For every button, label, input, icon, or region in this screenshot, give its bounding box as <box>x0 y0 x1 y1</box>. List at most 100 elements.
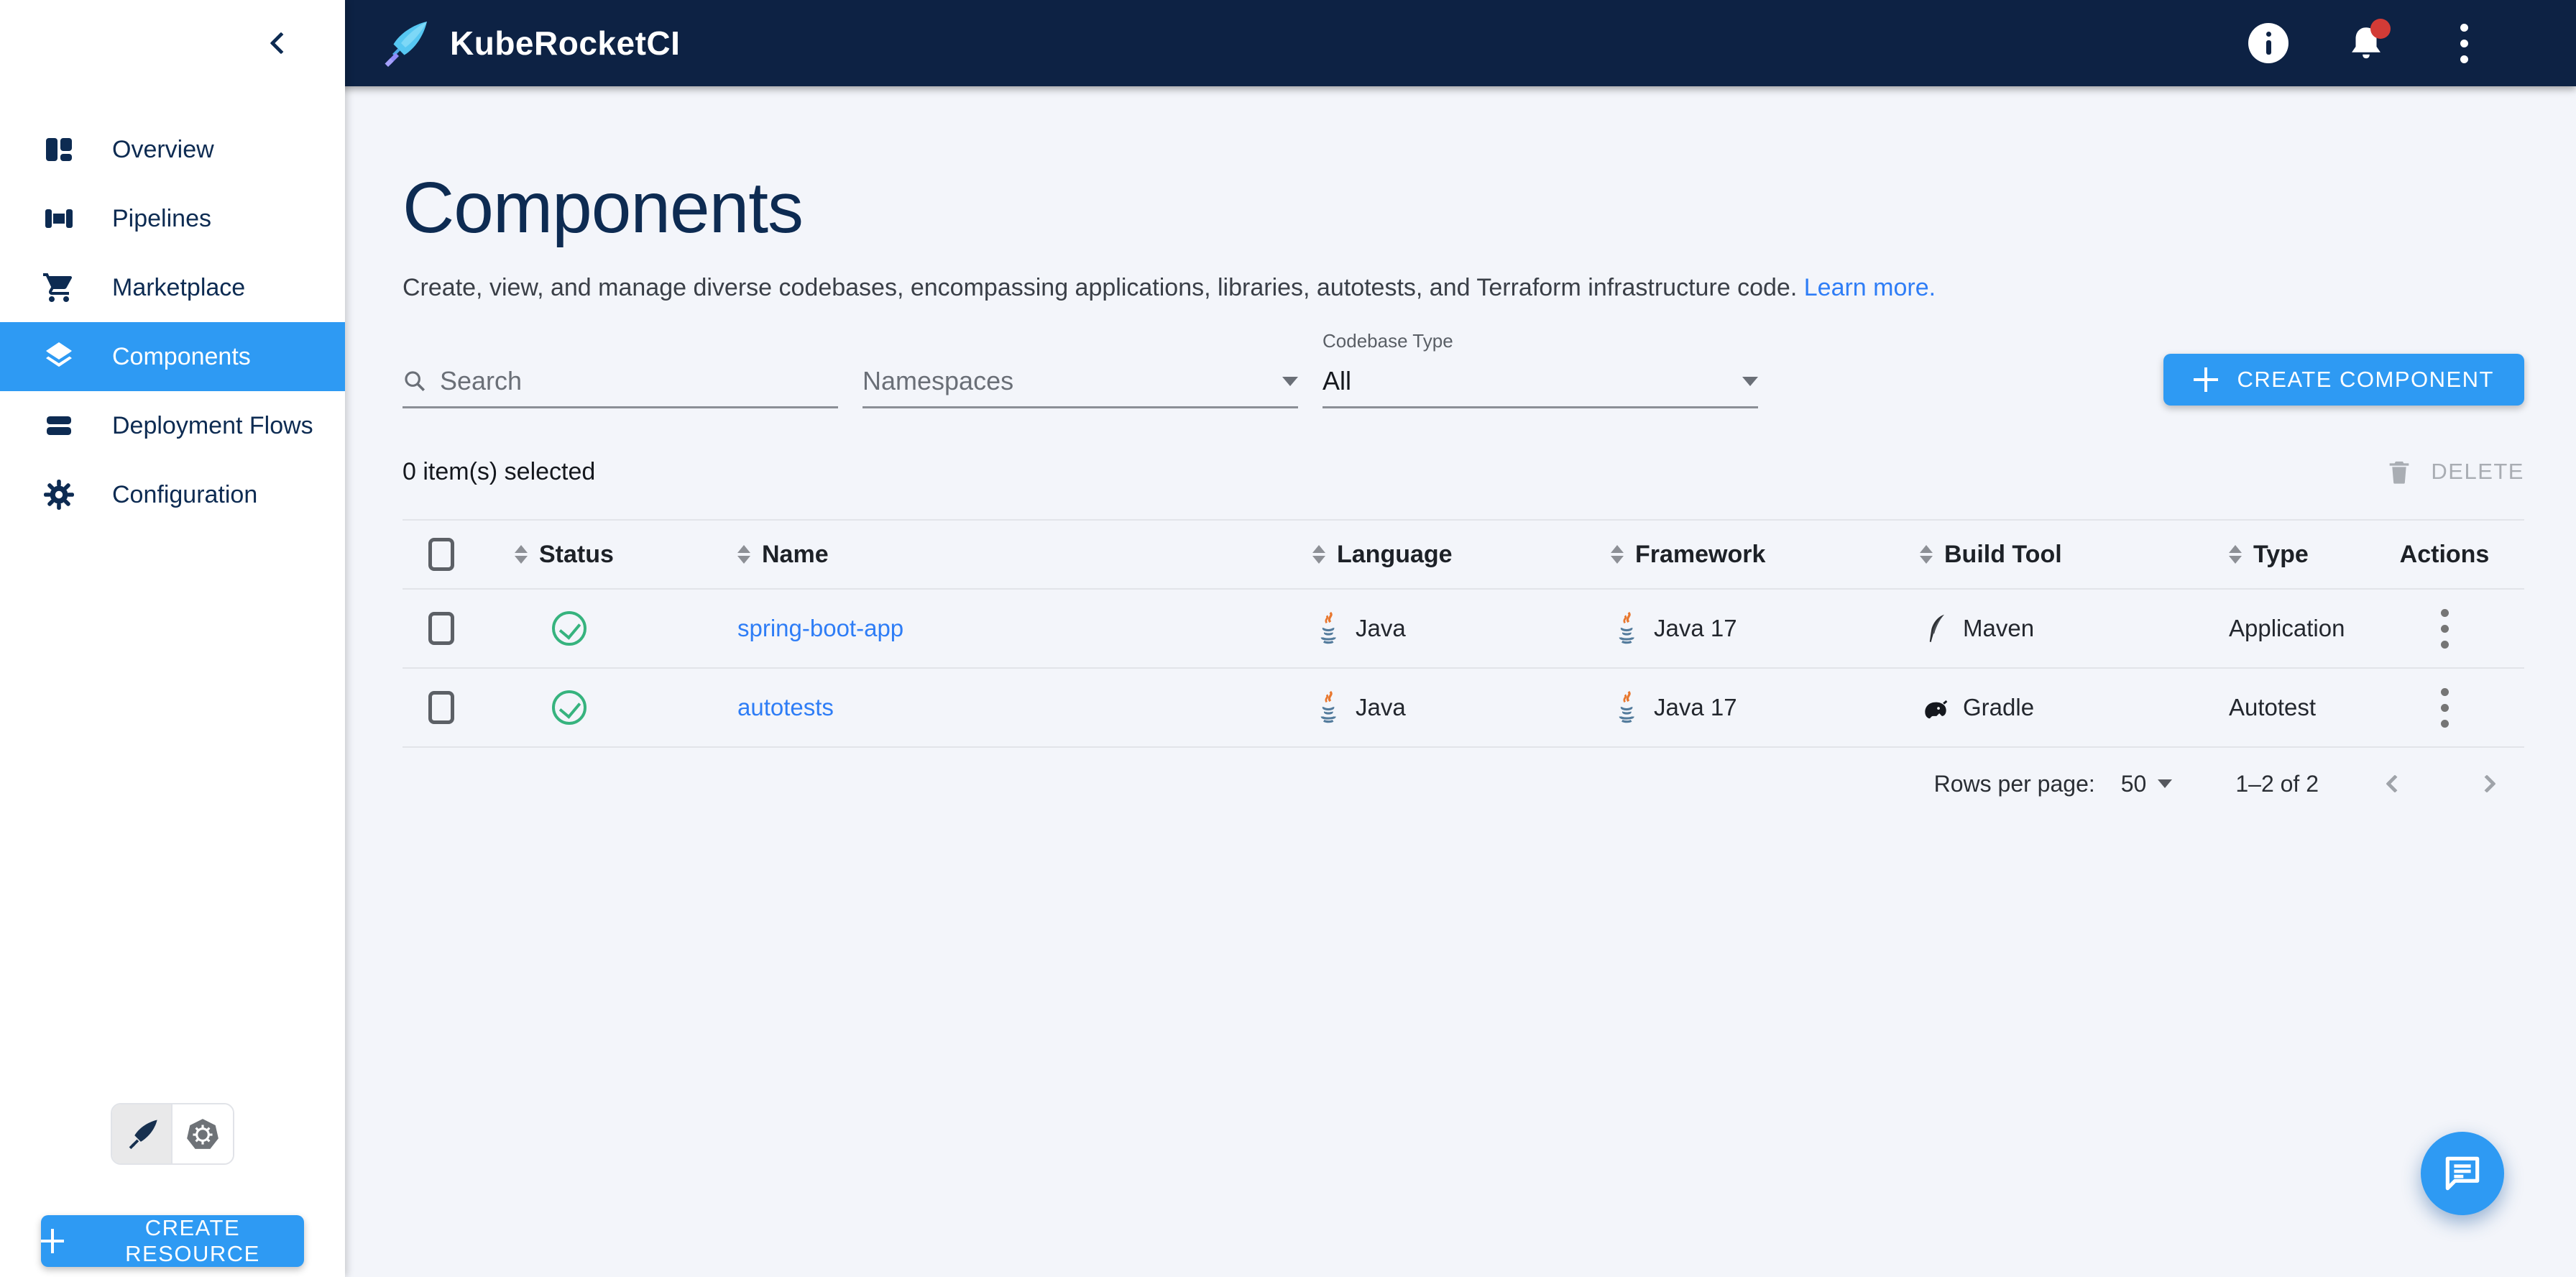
codebase-type-select[interactable]: Codebase Type All <box>1322 330 1758 408</box>
search-icon <box>405 371 426 392</box>
notifications-button[interactable] <box>2340 17 2392 69</box>
marketplace-cart-icon <box>40 269 78 306</box>
chat-fab-button[interactable] <box>2421 1132 2504 1215</box>
create-resource-label: CREATE RESOURCE <box>125 1215 260 1266</box>
brand: KubeRocketCI <box>380 17 680 69</box>
create-resource-button[interactable]: CREATE RESOURCE <box>41 1215 304 1267</box>
chevron-down-icon <box>2158 779 2173 788</box>
sidebar-item-components[interactable]: Components <box>0 322 345 391</box>
table-row: autotests Java Java 17 Gradle Autotest <box>402 669 2524 748</box>
more-menu-button[interactable] <box>2438 17 2490 69</box>
sidebar-item-pipelines[interactable]: Pipelines <box>0 184 345 253</box>
header-status[interactable]: Status <box>489 541 712 569</box>
main-content: Components Create, view, and manage dive… <box>345 0 2576 800</box>
row-actions-kebab-icon[interactable] <box>2440 608 2449 649</box>
java-icon <box>1619 611 1634 644</box>
status-success-icon <box>552 611 586 646</box>
sort-icon <box>1920 545 1933 564</box>
rows-per-page-value: 50 <box>2120 770 2147 797</box>
java-icon <box>1320 611 1336 644</box>
app-top-bar: KubeRocketCI <box>0 0 2576 86</box>
delete-label: DELETE <box>2431 459 2524 484</box>
configuration-gear-icon <box>40 476 78 513</box>
plus-icon <box>41 1229 64 1253</box>
sidebar-item-marketplace[interactable]: Marketplace <box>0 253 345 322</box>
language-label: Java <box>1356 615 1406 641</box>
sidebar-item-label: Overview <box>112 135 214 163</box>
collapse-sidebar-button[interactable] <box>263 25 299 61</box>
filters-row: Search Namespaces Codebase Type All CREA… <box>402 330 2524 408</box>
java-icon <box>1320 690 1336 723</box>
learn-more-link[interactable]: Learn more. <box>1804 274 1936 301</box>
type-label: Autotest <box>2229 694 2317 720</box>
chevron-down-icon <box>1742 376 1758 386</box>
component-link[interactable]: spring-boot-app <box>737 615 903 642</box>
sort-icon <box>515 545 528 564</box>
previous-page-button[interactable] <box>2379 768 2411 800</box>
build-tool-label: Gradle <box>1963 694 2035 720</box>
java-icon <box>1619 690 1634 723</box>
rocket-logo-icon <box>385 22 427 67</box>
sidebar-item-label: Configuration <box>112 480 258 508</box>
page-description-text: Create, view, and manage diverse codebas… <box>402 274 1798 301</box>
status-success-icon <box>552 690 586 725</box>
sort-icon <box>1312 545 1325 564</box>
header-actions: Actions <box>2399 540 2490 568</box>
chevron-left-icon <box>270 32 293 55</box>
header-checkbox-cell <box>402 538 489 571</box>
rocket-icon <box>129 1120 157 1150</box>
sidebar-item-label: Components <box>112 342 251 370</box>
framework-label: Java 17 <box>1654 615 1737 641</box>
theme-toggle <box>111 1103 234 1165</box>
notification-badge <box>2370 19 2391 39</box>
deployment-flows-icon <box>40 407 78 444</box>
row-checkbox[interactable] <box>428 612 454 645</box>
plus-icon <box>2194 367 2218 392</box>
codebase-type-value: All <box>1322 366 1352 395</box>
chevron-right-icon <box>2478 774 2496 793</box>
namespaces-placeholder: Namespaces <box>862 366 1014 395</box>
create-component-label: CREATE COMPONENT <box>2237 367 2494 392</box>
component-link[interactable]: autotests <box>737 694 834 721</box>
language-label: Java <box>1356 694 1406 720</box>
build-tool-label: Maven <box>1963 615 2035 641</box>
chevron-left-icon <box>2386 774 2404 793</box>
search-input[interactable]: Search <box>402 359 838 408</box>
maven-icon <box>1929 614 1944 643</box>
rocket-theme-button[interactable] <box>112 1104 172 1163</box>
sort-icon <box>2229 545 2242 564</box>
sort-icon <box>737 545 750 564</box>
row-checkbox[interactable] <box>428 691 454 724</box>
header-language[interactable]: Language <box>1287 541 1585 569</box>
overview-icon <box>40 131 78 168</box>
select-all-checkbox[interactable] <box>428 538 454 571</box>
sort-icon <box>1611 545 1624 564</box>
page-title: Components <box>402 168 804 248</box>
sidebar: Overview Pipelines Marketplace Component… <box>0 0 345 1277</box>
next-page-button[interactable] <box>2471 768 2503 800</box>
pagination: Rows per page: 50 1–2 of 2 <box>402 768 2524 800</box>
pagination-range: 1–2 of 2 <box>2235 770 2319 797</box>
namespaces-select[interactable]: Namespaces <box>862 359 1298 408</box>
type-label: Application <box>2229 615 2345 641</box>
header-name[interactable]: Name <box>712 541 1287 569</box>
header-framework[interactable]: Framework <box>1585 541 1894 569</box>
trash-icon <box>2390 461 2409 484</box>
delete-button[interactable]: DELETE <box>2385 456 2524 488</box>
info-button[interactable] <box>2242 17 2294 69</box>
sidebar-item-configuration[interactable]: Configuration <box>0 460 345 529</box>
header-build-tool[interactable]: Build Tool <box>1894 541 2203 569</box>
sidebar-item-overview[interactable]: Overview <box>0 115 345 184</box>
sidebar-item-label: Deployment Flows <box>112 411 313 439</box>
components-table: Status Name Language Framework Build Too… <box>402 519 2524 748</box>
kubernetes-theme-button[interactable] <box>172 1104 233 1163</box>
rows-per-page-select[interactable]: 50 <box>2121 771 2173 797</box>
create-component-button[interactable]: CREATE COMPONENT <box>2163 354 2524 406</box>
pipelines-icon <box>40 200 78 237</box>
info-icon <box>2248 23 2288 63</box>
header-type[interactable]: Type <box>2203 541 2365 569</box>
row-actions-kebab-icon[interactable] <box>2440 687 2449 728</box>
framework-label: Java 17 <box>1654 694 1737 720</box>
table-header-row: Status Name Language Framework Build Too… <box>402 521 2524 590</box>
sidebar-item-deployment-flows[interactable]: Deployment Flows <box>0 391 345 460</box>
